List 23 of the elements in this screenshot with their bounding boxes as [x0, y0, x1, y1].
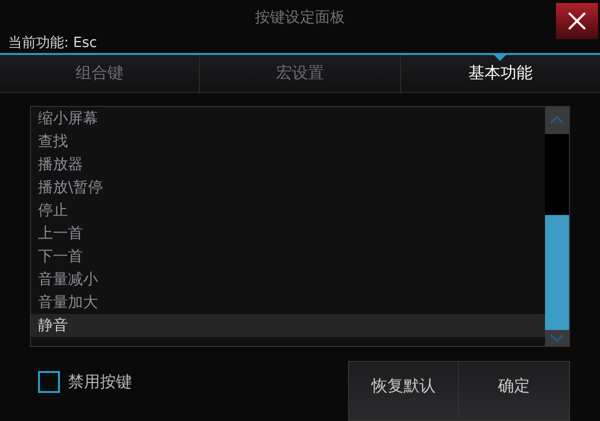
function-list-item[interactable]: 停止	[31, 198, 545, 222]
current-function-label: 当前功能: Esc	[7, 34, 98, 52]
function-list-item[interactable]: 音量加大	[31, 290, 545, 314]
function-list-item[interactable]: 上一首	[31, 222, 545, 245]
tab[interactable]: 组合键	[0, 54, 200, 92]
function-list-item[interactable]: 查找	[31, 130, 545, 153]
function-list-item[interactable]: 缩小屏幕	[31, 106, 545, 130]
tab[interactable]: 宏设置	[199, 54, 400, 92]
close-button[interactable]	[556, 3, 598, 39]
tab[interactable]: 基本功能	[400, 54, 600, 92]
function-list-item[interactable]: 播放器	[31, 152, 545, 176]
checkbox[interactable]	[38, 371, 60, 393]
checkbox-label: 禁用按键	[68, 371, 132, 393]
scrollbar[interactable]	[545, 106, 569, 346]
dialog-button[interactable]: 确定	[459, 361, 570, 421]
function-list-item[interactable]: 音量减小	[31, 268, 545, 291]
close-icon	[566, 10, 588, 32]
function-list-item[interactable]: 播放\暂停	[31, 176, 545, 199]
dialog-button[interactable]: 恢复默认	[348, 361, 459, 421]
window-title: 按键设定面板	[255, 7, 345, 28]
function-list-item[interactable]: 下一首	[31, 244, 545, 268]
scrollbar-thumb[interactable]	[545, 214, 569, 330]
function-list-item[interactable]: 静音	[31, 314, 545, 337]
